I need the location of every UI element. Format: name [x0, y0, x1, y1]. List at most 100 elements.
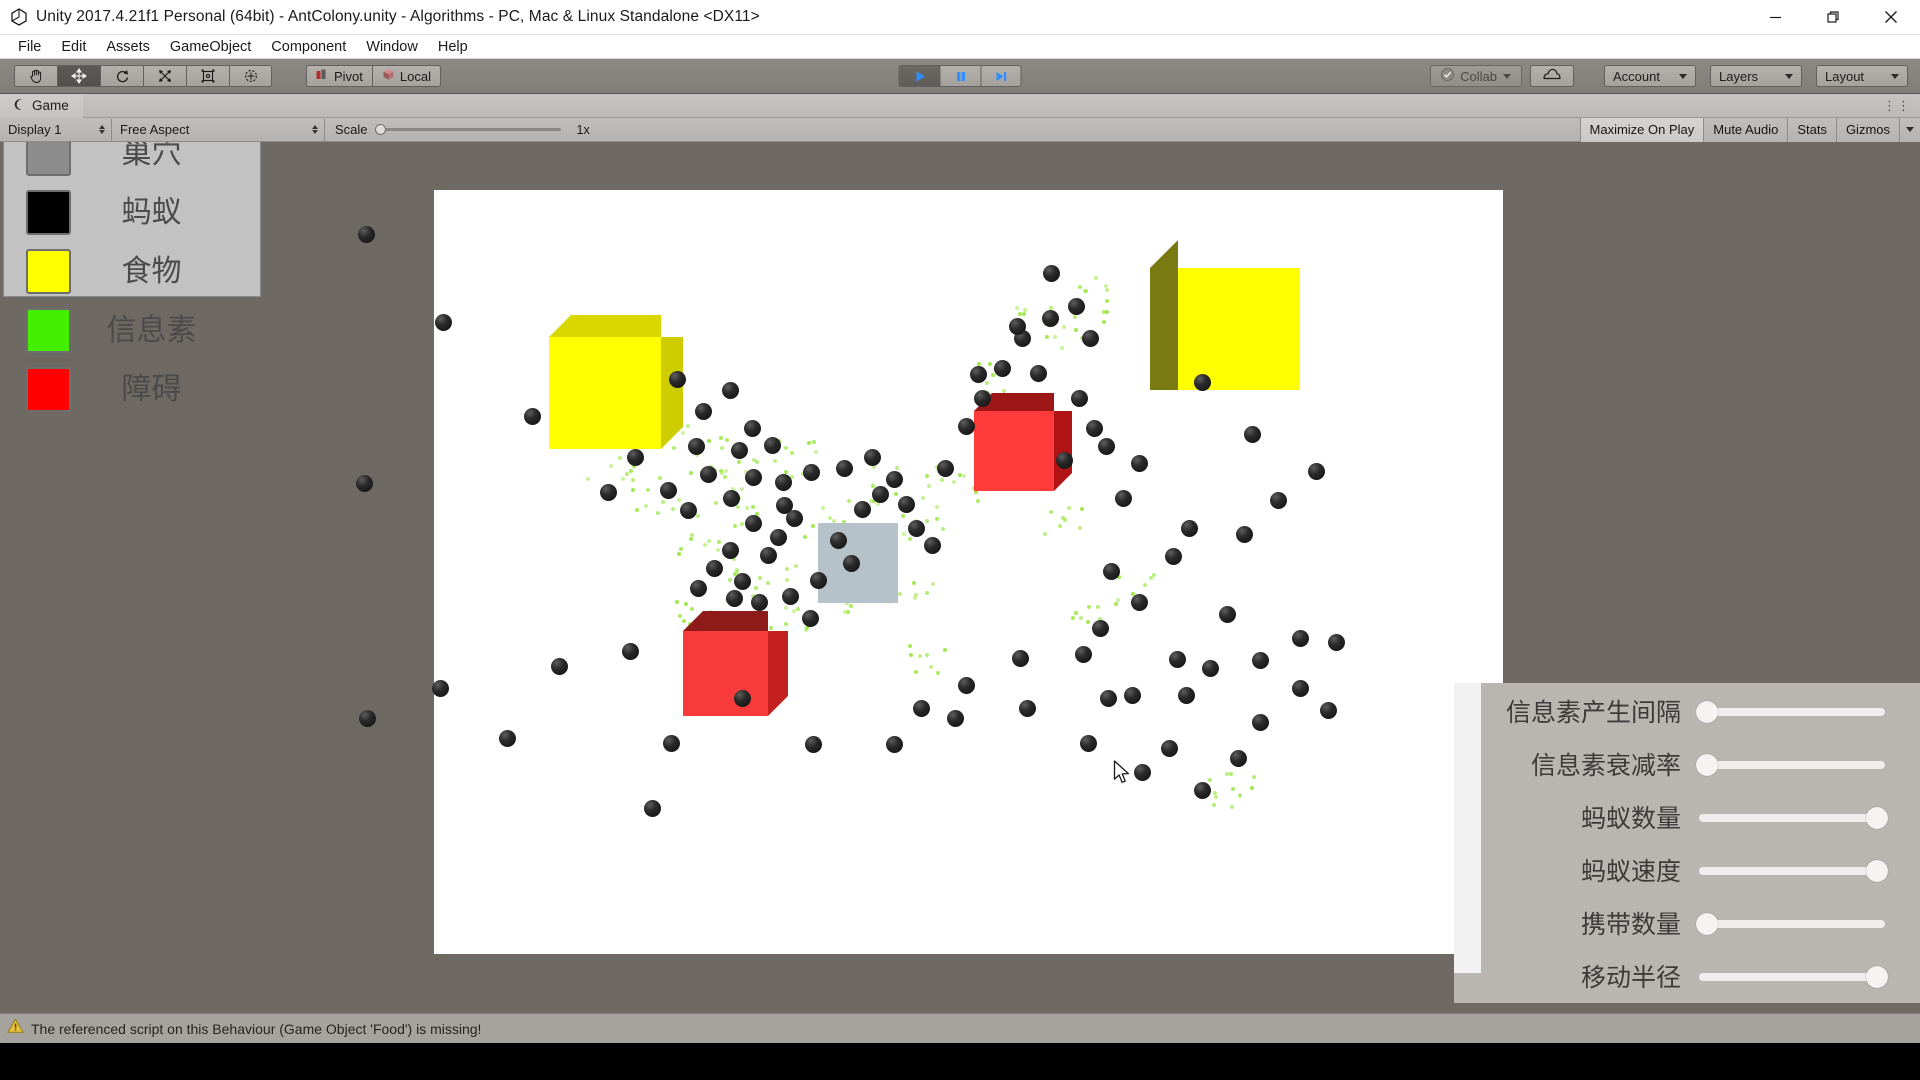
scale-tool-button[interactable]	[143, 65, 186, 87]
legend-label-pheromone: 信息素	[106, 312, 197, 348]
slider-handle[interactable]	[1866, 807, 1888, 829]
pheromone-dot	[644, 504, 648, 509]
pheromone-dot	[725, 438, 730, 443]
scale-slider[interactable]	[374, 123, 561, 135]
menu-edit[interactable]: Edit	[51, 36, 96, 58]
tab-game[interactable]: Game	[0, 93, 83, 118]
slider-track[interactable]	[1696, 701, 1885, 723]
aspect-dropdown[interactable]: Free Aspect	[112, 118, 325, 141]
status-bar[interactable]: The referenced script on this Behaviour …	[0, 1013, 1920, 1043]
slider-handle[interactable]	[1866, 966, 1888, 988]
pheromone-dot	[723, 468, 728, 473]
pheromone-dot	[630, 478, 635, 483]
simulation-canvas[interactable]	[356, 190, 1503, 954]
pause-button[interactable]	[939, 65, 981, 87]
ant-agent	[1043, 265, 1060, 282]
layout-dropdown[interactable]: Layout	[1816, 65, 1908, 87]
stats-button[interactable]: Stats	[1787, 117, 1836, 142]
pheromone-dot	[718, 435, 723, 440]
panel-options-icon[interactable]: ⋮⋮	[1883, 98, 1920, 114]
pheromone-dot	[735, 505, 740, 510]
ant-agent	[499, 730, 516, 747]
slider-track[interactable]	[1699, 966, 1888, 988]
rotate-tool-button[interactable]	[100, 65, 143, 87]
pheromone-dot	[796, 607, 801, 612]
pheromone-dot	[940, 478, 945, 483]
slider-handle[interactable]	[1866, 860, 1888, 882]
step-button[interactable]	[980, 65, 1022, 87]
pheromone-dot	[984, 381, 989, 386]
play-button[interactable]	[898, 65, 940, 87]
slider-track[interactable]	[1699, 807, 1888, 829]
ant-agent	[1009, 318, 1026, 335]
warning-icon	[7, 1018, 24, 1039]
ant-agent	[435, 314, 452, 331]
menu-file[interactable]: File	[8, 36, 51, 58]
legend-swatch-pheromone	[26, 308, 71, 353]
stepper-arrows-icon	[312, 125, 318, 134]
game-view-icon	[12, 98, 25, 114]
mute-audio-button[interactable]: Mute Audio	[1703, 117, 1788, 142]
pheromone-dot	[987, 361, 992, 366]
slider-track[interactable]	[1696, 913, 1885, 935]
chevron-down-icon	[1891, 73, 1899, 79]
collab-button[interactable]: Collab	[1430, 65, 1522, 87]
food-cube	[1150, 240, 1300, 390]
slider-track[interactable]	[1699, 860, 1888, 882]
restore-icon[interactable]	[1804, 0, 1862, 35]
minimize-icon[interactable]	[1746, 0, 1804, 35]
menu-window[interactable]: Window	[356, 36, 428, 58]
transform-tool-button[interactable]	[229, 65, 272, 87]
scale-control[interactable]: Scale 1x	[325, 122, 590, 137]
ant-agent	[680, 502, 697, 519]
pheromone-dot	[1080, 506, 1085, 511]
game-viewport[interactable]: 巢穴 蚂蚁 食物 信息素 障碍 信息素产生间隔 信息素衰减率 蚂蚁数量 蚂蚁速度 携带数…	[0, 142, 1920, 1013]
slider-label: 移动半径	[1580, 962, 1681, 992]
ant-agent	[843, 555, 860, 572]
cloud-services-button[interactable]	[1530, 65, 1574, 87]
pheromone-dot	[1043, 532, 1048, 537]
handle-space-button[interactable]: Local	[371, 65, 441, 87]
pheromone-dot	[661, 499, 666, 504]
playback-controls	[898, 65, 1022, 87]
pheromone-dot	[806, 441, 811, 446]
gizmos-button[interactable]: Gizmos	[1835, 117, 1899, 142]
slider-handle[interactable]	[1696, 754, 1718, 776]
pheromone-dot	[913, 595, 918, 600]
panel-tab-bar: Game ⋮⋮	[0, 93, 1920, 118]
ant-agent	[734, 573, 751, 590]
account-dropdown[interactable]: Account	[1604, 65, 1696, 87]
pheromone-dot	[846, 609, 850, 614]
menu-help[interactable]: Help	[428, 36, 478, 58]
ant-agent	[688, 438, 705, 455]
pheromone-dot	[1211, 802, 1216, 807]
display-dropdown[interactable]: Display 1	[0, 118, 112, 141]
ant-agent	[836, 460, 853, 477]
ant-agent	[745, 469, 762, 486]
close-icon[interactable]	[1862, 0, 1920, 35]
toolbar-right-group: Collab Account Layers Layout	[1430, 65, 1920, 87]
rect-transform-tool-button[interactable]	[186, 65, 229, 87]
slider-track[interactable]	[1696, 754, 1885, 776]
maximize-on-play-button[interactable]: Maximize On Play	[1579, 117, 1704, 142]
pheromone-dot	[1208, 778, 1213, 783]
move-tool-button[interactable]	[57, 65, 100, 87]
pheromone-dot	[745, 506, 750, 511]
menu-component[interactable]: Component	[261, 36, 356, 58]
layers-dropdown[interactable]: Layers	[1710, 65, 1802, 87]
slider-handle[interactable]	[1696, 913, 1718, 935]
menu-gameobject[interactable]: GameObject	[160, 36, 261, 58]
pheromone-dot	[1229, 804, 1234, 809]
scale-slider-handle[interactable]	[374, 123, 386, 135]
hand-tool-button[interactable]	[14, 65, 57, 87]
pivot-button[interactable]: Pivot	[306, 65, 372, 87]
ant-agent	[731, 442, 748, 459]
slider-handle[interactable]	[1696, 701, 1718, 723]
menu-assets[interactable]: Assets	[96, 36, 160, 58]
pheromone-dot	[1095, 605, 1100, 610]
ant-agent	[644, 800, 661, 817]
pheromone-dot	[791, 609, 796, 614]
ant-agent	[908, 520, 925, 537]
ant-agent	[722, 542, 739, 559]
gizmos-dropdown[interactable]	[1899, 117, 1920, 142]
